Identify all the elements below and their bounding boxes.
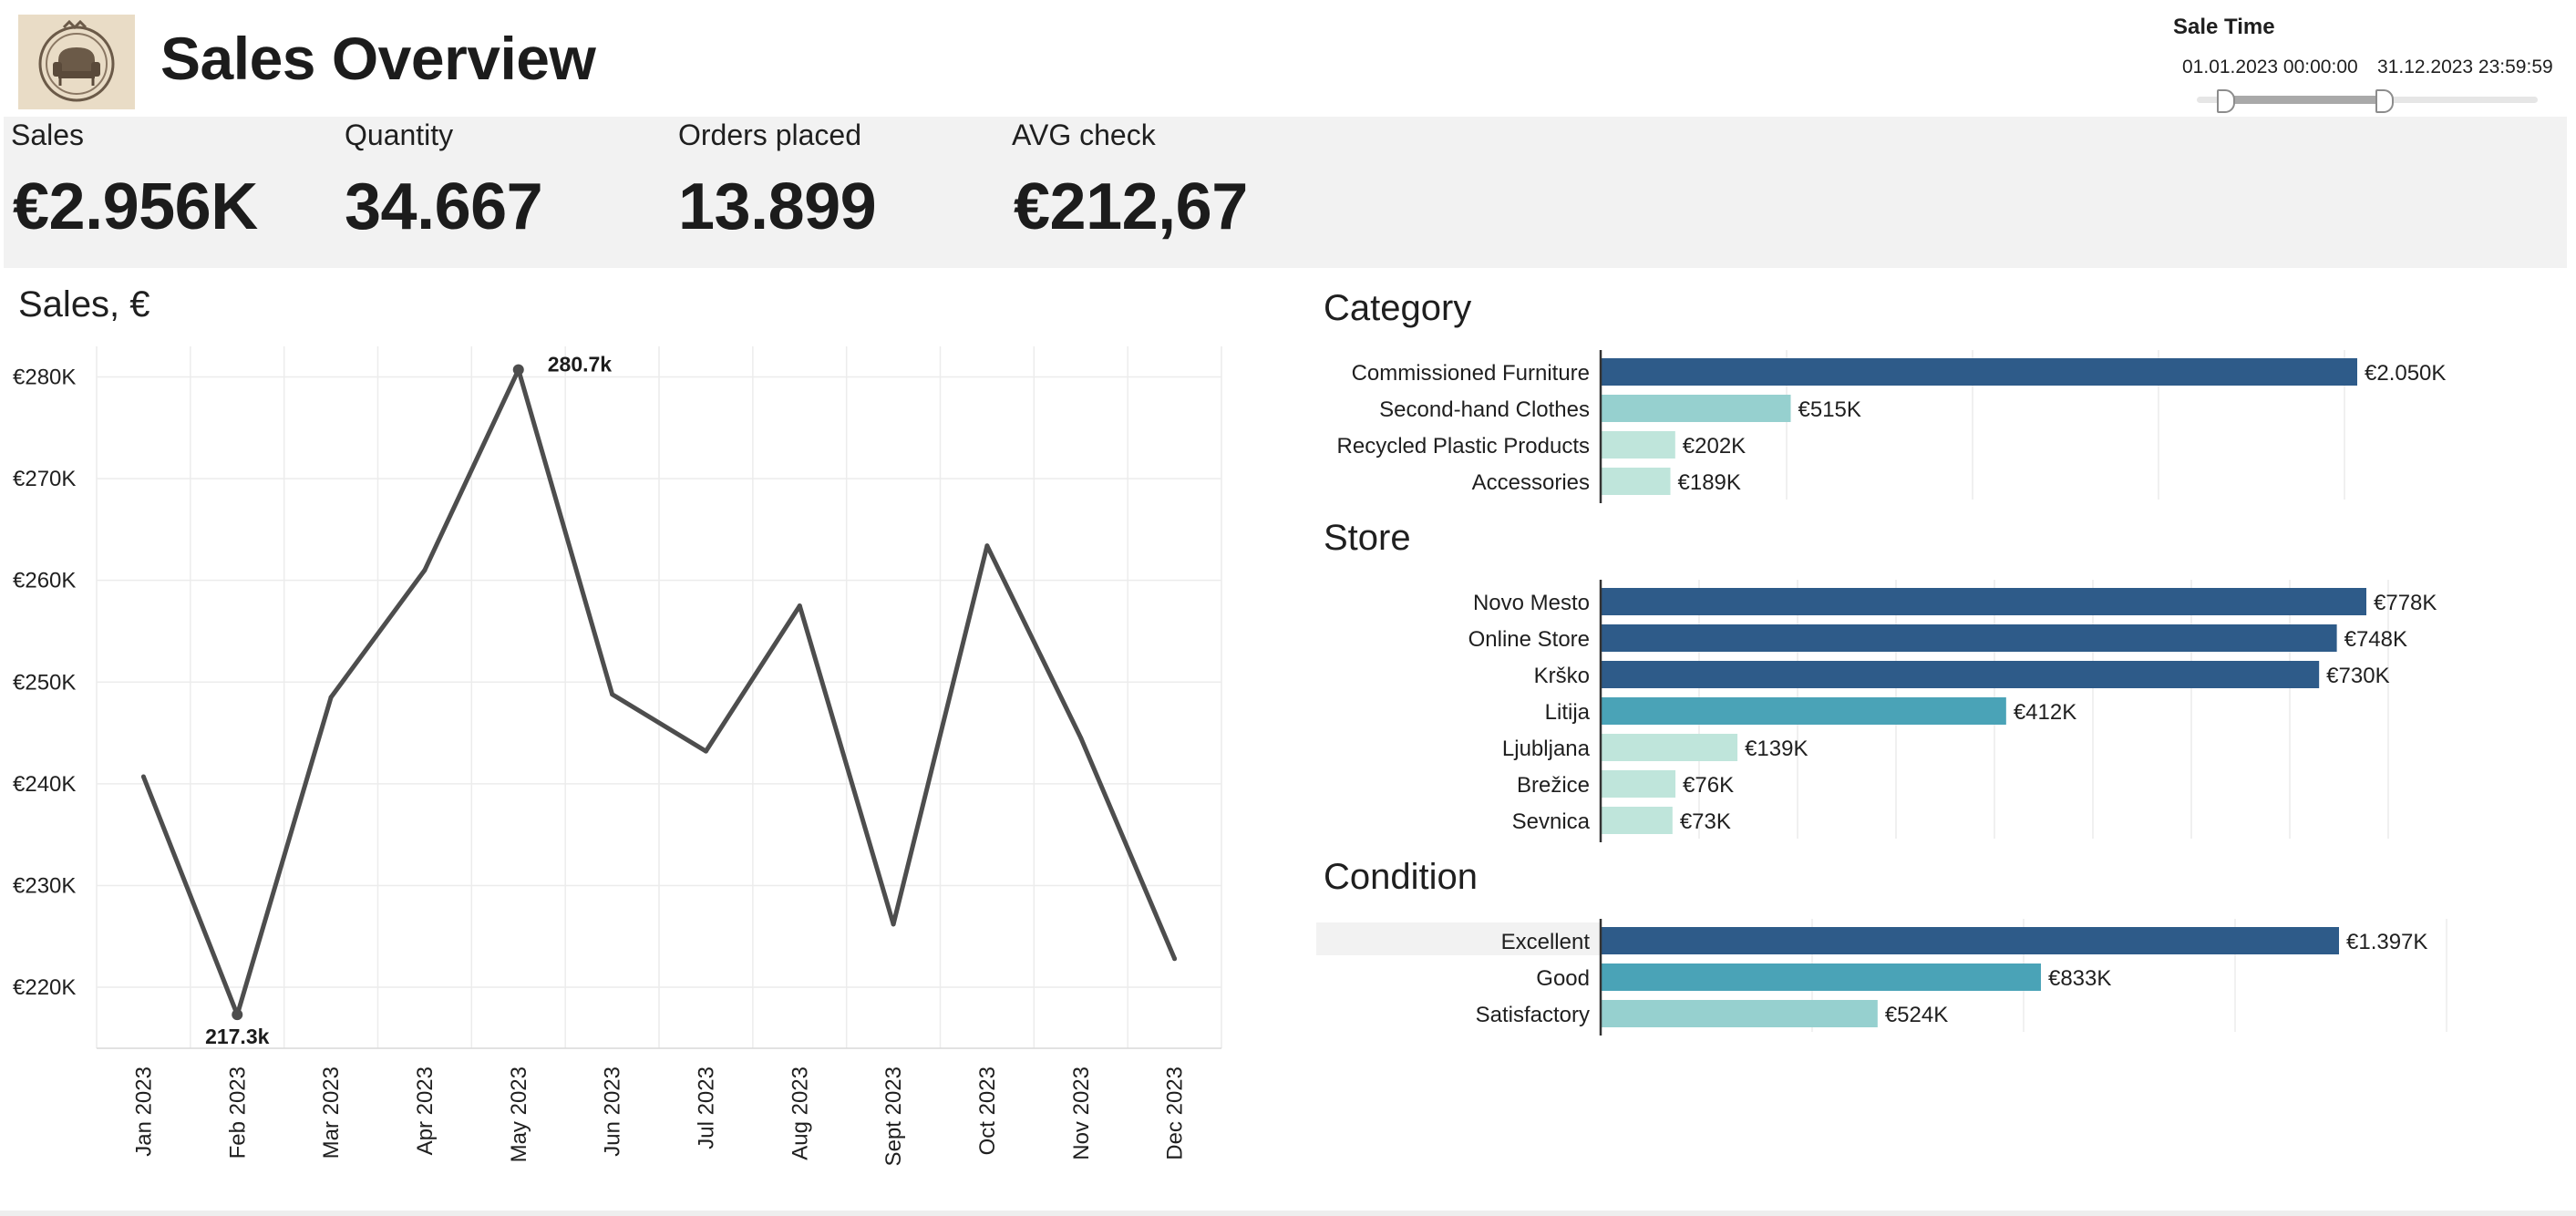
kpi-quantity-label: Quantity: [345, 119, 454, 151]
condition-bar: [1601, 1000, 1878, 1027]
store-bar-label: Online Store: [1468, 627, 1590, 652]
condition-bar-value: €524K: [1885, 1003, 1948, 1027]
category-bar: [1601, 395, 1791, 422]
y-tick-label: €270K: [13, 467, 76, 491]
store-bar: [1601, 807, 1673, 834]
y-tick-label: €260K: [13, 569, 76, 593]
x-tick-label: Jan 2023: [131, 1067, 156, 1157]
page-title: Sales Overview: [160, 25, 596, 92]
x-tick-label: Mar 2023: [319, 1067, 344, 1159]
annotated-point: [512, 364, 524, 376]
category-bar: [1601, 431, 1675, 459]
slider-end-handle[interactable]: [2375, 89, 2394, 113]
y-tick-label: €250K: [13, 670, 76, 695]
x-tick-label: Nov 2023: [1069, 1067, 1094, 1160]
x-tick-label: Feb 2023: [225, 1067, 250, 1159]
store-bar-label: Ljubljana: [1502, 737, 1591, 761]
kpi-avg-check-label: AVG check: [1012, 119, 1156, 151]
condition-bar-value: €1.397K: [2346, 930, 2427, 954]
kpi-orders-value: 13.899: [678, 170, 877, 243]
kpi-avg-check-value: €212,67: [1014, 170, 1248, 243]
store-bar-value: €139K: [1745, 737, 1808, 761]
store-bar: [1601, 697, 2006, 725]
sale-time-end-value[interactable]: 31.12.2023 23:59:59: [2377, 57, 2553, 78]
condition-bar: [1601, 927, 2339, 954]
max-value-label: 280.7k: [548, 353, 613, 376]
category-bar-label: Commissioned Furniture: [1352, 361, 1590, 386]
category-bar-value: €189K: [1678, 470, 1741, 495]
sales-point: [140, 774, 146, 779]
category-bar-label: Recycled Plastic Products: [1337, 434, 1590, 459]
sales-point: [1078, 736, 1084, 741]
slider-start-handle[interactable]: [2217, 89, 2235, 113]
store-bar-value: €73K: [1680, 809, 1731, 834]
y-tick-label: €220K: [13, 975, 76, 1000]
store-bar: [1601, 588, 2366, 615]
sale-time-start-value[interactable]: 01.01.2023 00:00:00: [2182, 57, 2358, 78]
x-tick-label: May 2023: [507, 1067, 531, 1162]
category-bar-value: €515K: [1798, 397, 1861, 422]
sales-point: [891, 922, 896, 927]
store-bar-value: €412K: [2014, 700, 2076, 725]
x-tick-label: Aug 2023: [788, 1067, 812, 1160]
sales-point: [703, 748, 708, 754]
kpi-quantity-value: 34.667: [345, 170, 543, 243]
condition-bar-value: €833K: [2048, 966, 2111, 991]
sales-point: [797, 603, 802, 609]
category-bar: [1601, 468, 1671, 495]
footer-strip: [0, 1211, 2576, 1216]
condition-bar-label: Satisfactory: [1476, 1003, 1590, 1027]
x-tick-label: Apr 2023: [413, 1067, 438, 1155]
store-bar-value: €748K: [2344, 627, 2407, 652]
kpi-orders-label: Orders placed: [678, 119, 861, 151]
x-tick-label: Oct 2023: [975, 1067, 1000, 1155]
category-bar-label: Second-hand Clothes: [1379, 397, 1590, 422]
sales-point: [984, 543, 990, 549]
sales-point: [1172, 956, 1178, 962]
armchair-logo-icon: [18, 15, 135, 109]
category-bar-value: €2.050K: [2365, 361, 2446, 386]
y-tick-label: €230K: [13, 873, 76, 898]
store-bar: [1601, 624, 2337, 652]
store-bar-value: €730K: [2326, 664, 2389, 688]
category-bar: [1601, 358, 2357, 386]
x-tick-label: Jun 2023: [601, 1067, 625, 1157]
store-bar-label: Brežice: [1517, 773, 1590, 798]
x-tick-label: Sept 2023: [881, 1067, 906, 1166]
store-bar-label: Litija: [1545, 700, 1591, 725]
condition-bar-label: Good: [1536, 966, 1590, 991]
kpi-sales-value: €2.956K: [13, 170, 258, 243]
store-bar-value: €76K: [1683, 773, 1734, 798]
store-bar: [1601, 661, 2320, 688]
category-bar-value: €202K: [1683, 434, 1746, 459]
annotated-point: [232, 1009, 243, 1021]
store-bar-label: Sevnica: [1512, 809, 1591, 834]
sale-time-slider-range: [2226, 96, 2385, 104]
x-tick-label: Jul 2023: [694, 1067, 718, 1149]
min-value-label: 217.3k: [205, 1025, 270, 1048]
sale-time-filter-title: Sale Time: [2173, 15, 2275, 39]
sales-point: [328, 695, 334, 700]
condition-bar-label: Excellent: [1501, 930, 1591, 954]
store-bar-label: Novo Mesto: [1473, 591, 1590, 615]
kpi-sales-label: Sales: [11, 119, 85, 151]
sales-point: [610, 692, 615, 697]
store-bar-label: Krško: [1534, 664, 1590, 688]
sales-point: [422, 568, 428, 573]
store-bar: [1601, 770, 1676, 798]
bar-charts: Commissioned Furniture €2.050K Second-hand…: [1316, 350, 2447, 1036]
store-bar: [1601, 734, 1738, 761]
x-tick-label: Dec 2023: [1163, 1067, 1188, 1160]
y-tick-label: €240K: [13, 772, 76, 797]
category-chart-title: Category: [1324, 288, 1472, 328]
store-bar-value: €778K: [2374, 591, 2437, 615]
category-bar-label: Accessories: [1472, 470, 1590, 495]
sales-line-chart: €220K €230K €240K €250K €260K €270K €280K Jan 2…: [13, 346, 1222, 1166]
condition-bar: [1601, 964, 2041, 991]
y-tick-label: €280K: [13, 365, 76, 389]
